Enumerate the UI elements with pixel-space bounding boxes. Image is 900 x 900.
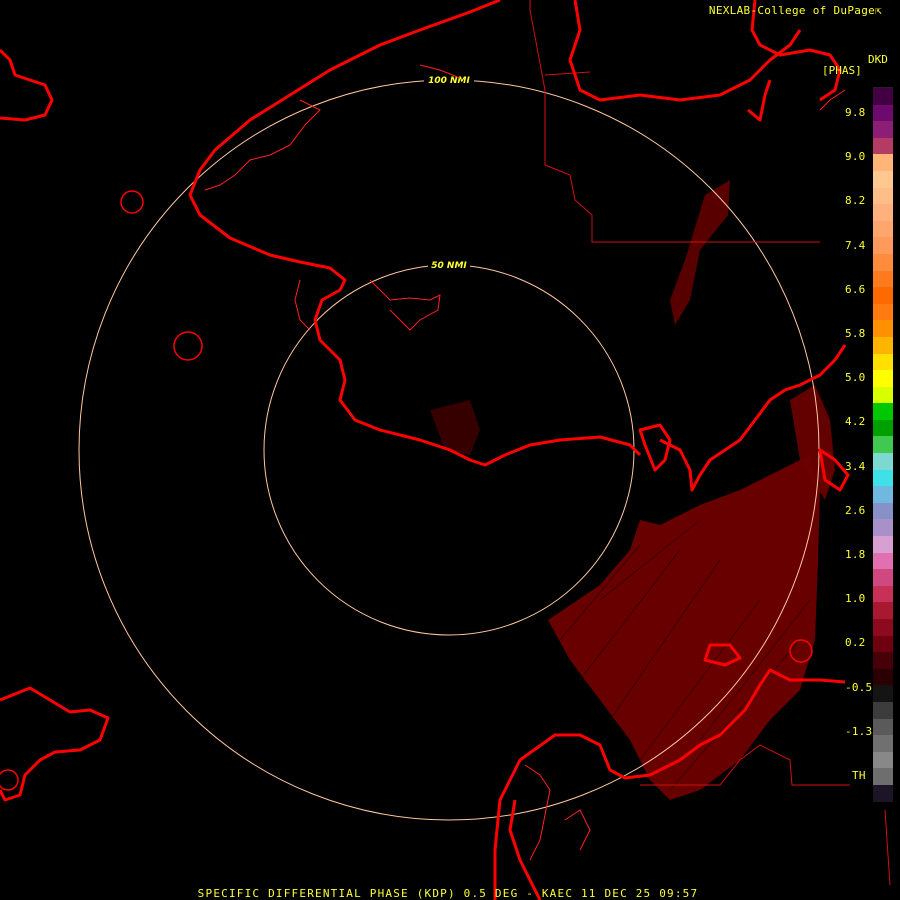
colorbar-swatch xyxy=(873,784,893,802)
colorbar-swatch xyxy=(873,585,893,603)
colorbar-swatch xyxy=(873,303,893,321)
colorbar-swatch xyxy=(873,253,893,271)
colorbar-swatch xyxy=(873,469,893,487)
echo-northeast-streak xyxy=(670,180,730,325)
colorbar-swatch xyxy=(873,88,893,105)
colorbar-swatch xyxy=(873,436,893,454)
colorbar-swatch xyxy=(873,386,893,404)
colorbar-swatch xyxy=(873,353,893,371)
units-name: [PHAS] xyxy=(822,64,862,77)
colorbar-tick-label: TH xyxy=(852,769,866,782)
colorbar-tick-label: 8.2 xyxy=(845,194,866,208)
colorbar-swatch xyxy=(873,486,893,503)
colorbar-tick-label: 1.8 xyxy=(845,548,866,561)
colorbar-tick-label: 4.2 xyxy=(845,415,866,429)
colorbar-swatch xyxy=(873,751,893,769)
units-label: DKD [PHAS] xyxy=(822,54,888,76)
colorbar-tick-label: 0.2 xyxy=(845,636,866,650)
units-code: DKD xyxy=(868,53,888,66)
colorbar-swatch xyxy=(873,569,893,586)
cursor-arrow-icon: ⇱ xyxy=(875,4,882,17)
colorbar-swatch xyxy=(873,652,893,669)
colorbar-swatch xyxy=(873,121,893,138)
coast-northwest xyxy=(0,48,54,122)
colorbar-swatch xyxy=(873,170,893,188)
colorbar xyxy=(873,87,893,802)
colorbar-tick-label: 2.6 xyxy=(845,503,866,517)
colorbar-swatch xyxy=(873,104,893,122)
colorbar-swatch xyxy=(873,270,893,288)
colorbar-swatch xyxy=(873,220,893,238)
colorbar-swatch xyxy=(873,237,893,254)
coast-southwest xyxy=(0,686,110,802)
credit-text: NEXLAB-College of DuPage⇱ xyxy=(708,4,882,17)
colorbar-swatch xyxy=(873,701,893,719)
colorbar-swatch xyxy=(873,536,893,553)
colorbar-swatch xyxy=(873,419,893,437)
colorbar-swatch xyxy=(873,685,893,702)
colorbar-swatch xyxy=(873,619,893,636)
colorbar-swatch xyxy=(873,668,893,686)
colorbar-tick-label: 7.4 xyxy=(845,238,866,252)
colorbar-swatch xyxy=(873,154,893,171)
colorbar-tick-label: 3.4 xyxy=(845,459,866,473)
colorbar-swatch xyxy=(873,735,893,752)
colorbar-tick-label: -1.3 xyxy=(845,724,873,738)
colorbar-swatch xyxy=(873,635,893,653)
colorbar-swatch xyxy=(873,287,893,304)
product-caption: SPECIFIC DIFFERENTIAL PHASE (KDP) 0.5 DE… xyxy=(197,887,699,900)
colorbar-tick-label: 5.8 xyxy=(845,327,866,340)
colorbar-tick-label: 9.0 xyxy=(845,150,866,164)
colorbar-swatch xyxy=(873,403,893,420)
colorbar-swatch xyxy=(873,718,893,736)
colorbar-swatch xyxy=(873,137,893,155)
colorbar-tick-label: 5.0 xyxy=(845,371,866,385)
coast-northeast-3 xyxy=(747,79,772,122)
colorbar-swatch xyxy=(873,602,893,619)
radar-map: 100 NMI 50 NMI xyxy=(0,0,891,900)
range-ring-label-50: 50 NMI xyxy=(431,261,467,271)
colorbar-swatch xyxy=(873,502,893,520)
colorbar-swatch xyxy=(873,552,893,570)
colorbar-tick-label: 6.6 xyxy=(845,282,866,296)
colorbar-tick-label: 1.0 xyxy=(845,592,866,606)
colorbar-swatch xyxy=(873,320,893,337)
colorbar-swatch xyxy=(873,370,893,387)
colorbar-swatch xyxy=(873,453,893,470)
echo-southeast xyxy=(548,455,820,800)
coast-east-bay xyxy=(638,423,672,472)
colorbar-swatch xyxy=(873,519,893,537)
colorbar-swatch xyxy=(873,187,893,205)
colorbar-swatch xyxy=(873,204,893,221)
colorbar-tick-label: -0.5 xyxy=(845,680,873,694)
colorbar-tick-label: 9.8 xyxy=(845,106,866,119)
range-ring-label-100: 100 NMI xyxy=(428,76,470,86)
colorbar-swatch xyxy=(873,336,893,354)
